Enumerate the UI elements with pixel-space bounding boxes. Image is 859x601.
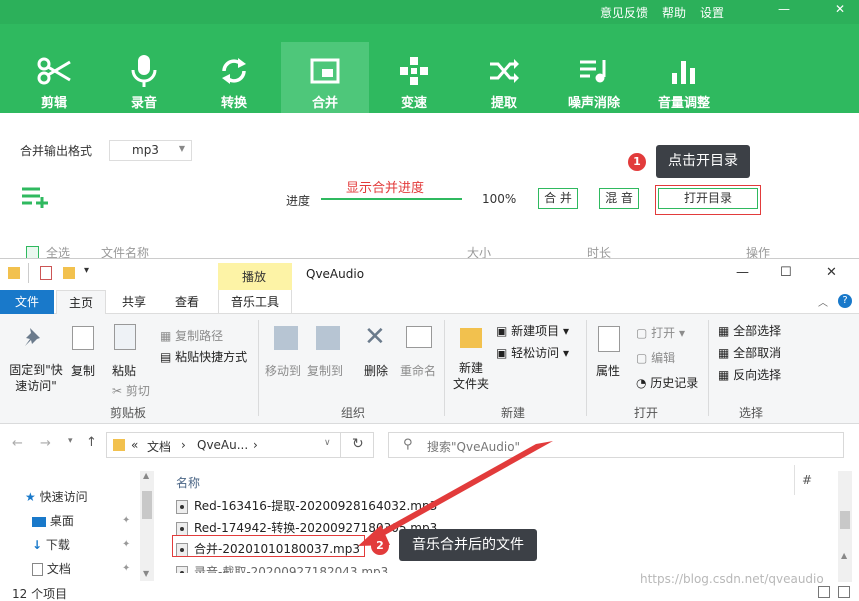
watermark: https://blog.csdn.net/qveaudio [640, 572, 824, 586]
step-badge-2: 2 [371, 537, 389, 555]
merged-file-highlight [172, 535, 365, 557]
callout-merged-file: 音乐合并后的文件 [399, 529, 537, 561]
annotation-arrow [358, 441, 553, 546]
